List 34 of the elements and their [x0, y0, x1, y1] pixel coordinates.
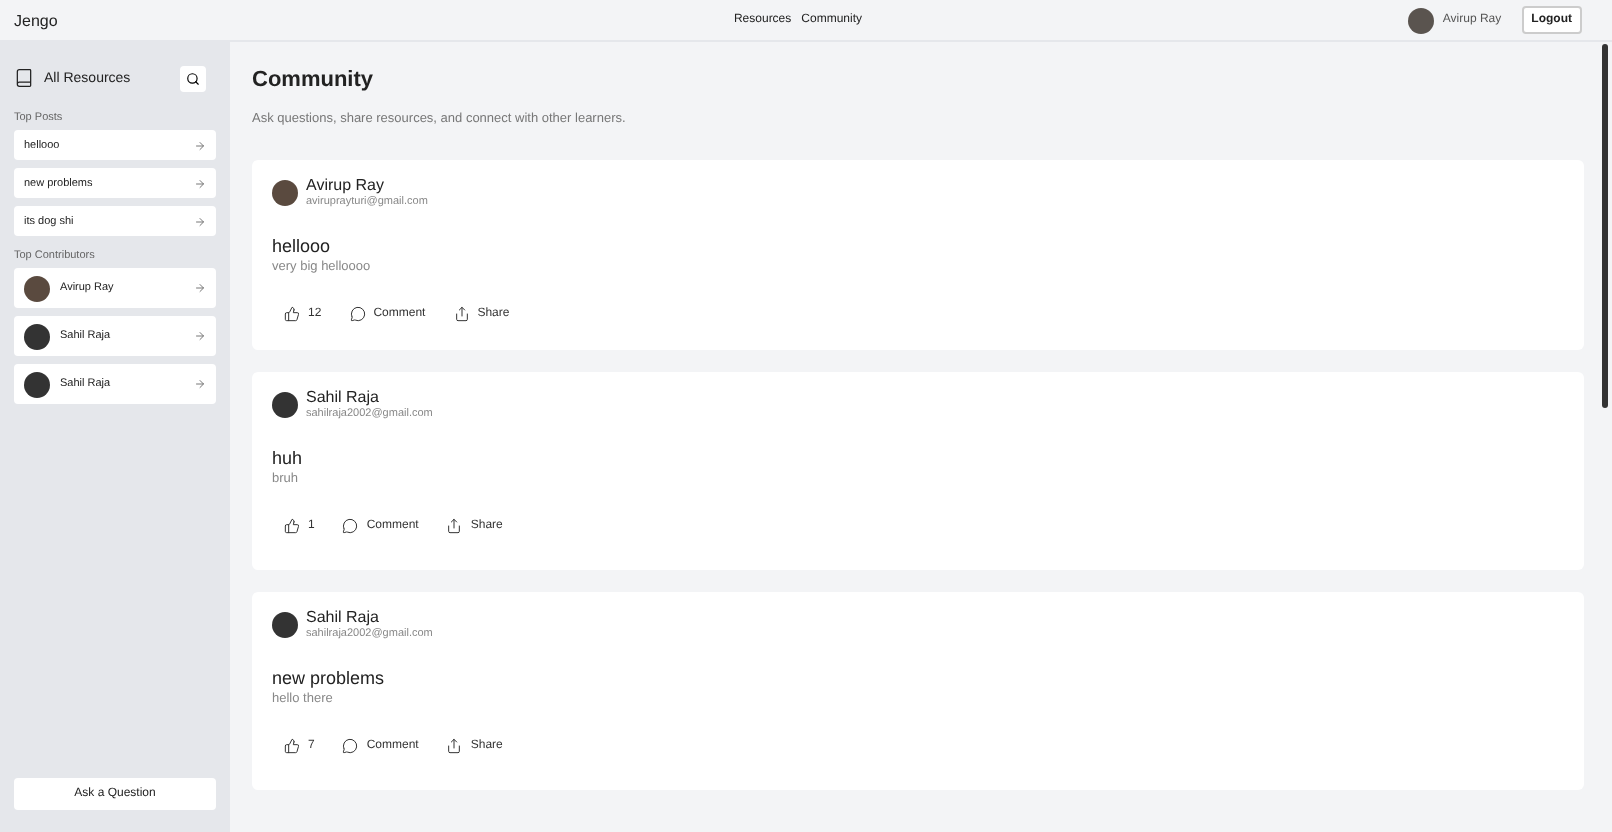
arrow-icon — [194, 378, 206, 390]
app-logo: Jengo — [14, 11, 60, 29]
author-name: Sahil Raja — [306, 388, 381, 406]
share-icon — [446, 738, 463, 754]
author-name: Avirup Ray — [306, 176, 386, 194]
book-icon — [14, 68, 34, 88]
author-name: Sahil Raja — [306, 608, 381, 626]
author-avatar — [272, 179, 298, 205]
arrow-icon — [194, 215, 206, 227]
share-icon — [453, 306, 470, 322]
post-title: new problems — [272, 668, 387, 688]
share-icon — [446, 518, 463, 534]
thumbs-up-icon — [284, 306, 300, 322]
avatar — [24, 371, 50, 397]
speech-bubble-icon — [349, 306, 366, 322]
arrow-icon — [194, 139, 206, 151]
scrollbar[interactable] — [1602, 44, 1608, 408]
arrow-icon — [194, 330, 206, 342]
search-button[interactable] — [180, 65, 206, 91]
speech-bubble-icon — [342, 518, 359, 534]
author-avatar — [272, 611, 298, 637]
page-title: Community — [252, 68, 375, 92]
search-icon — [186, 71, 200, 85]
arrow-icon — [194, 282, 206, 294]
thumbs-up-icon — [284, 738, 300, 754]
thumbs-up-icon — [284, 518, 300, 534]
post-title: huh — [272, 448, 305, 468]
arrow-icon — [194, 177, 206, 189]
post-title: hellooo — [272, 236, 333, 256]
avatar — [24, 323, 50, 349]
avatar — [24, 275, 50, 301]
author-avatar — [272, 391, 298, 417]
user-avatar — [1408, 7, 1435, 33]
speech-bubble-icon — [342, 738, 359, 754]
